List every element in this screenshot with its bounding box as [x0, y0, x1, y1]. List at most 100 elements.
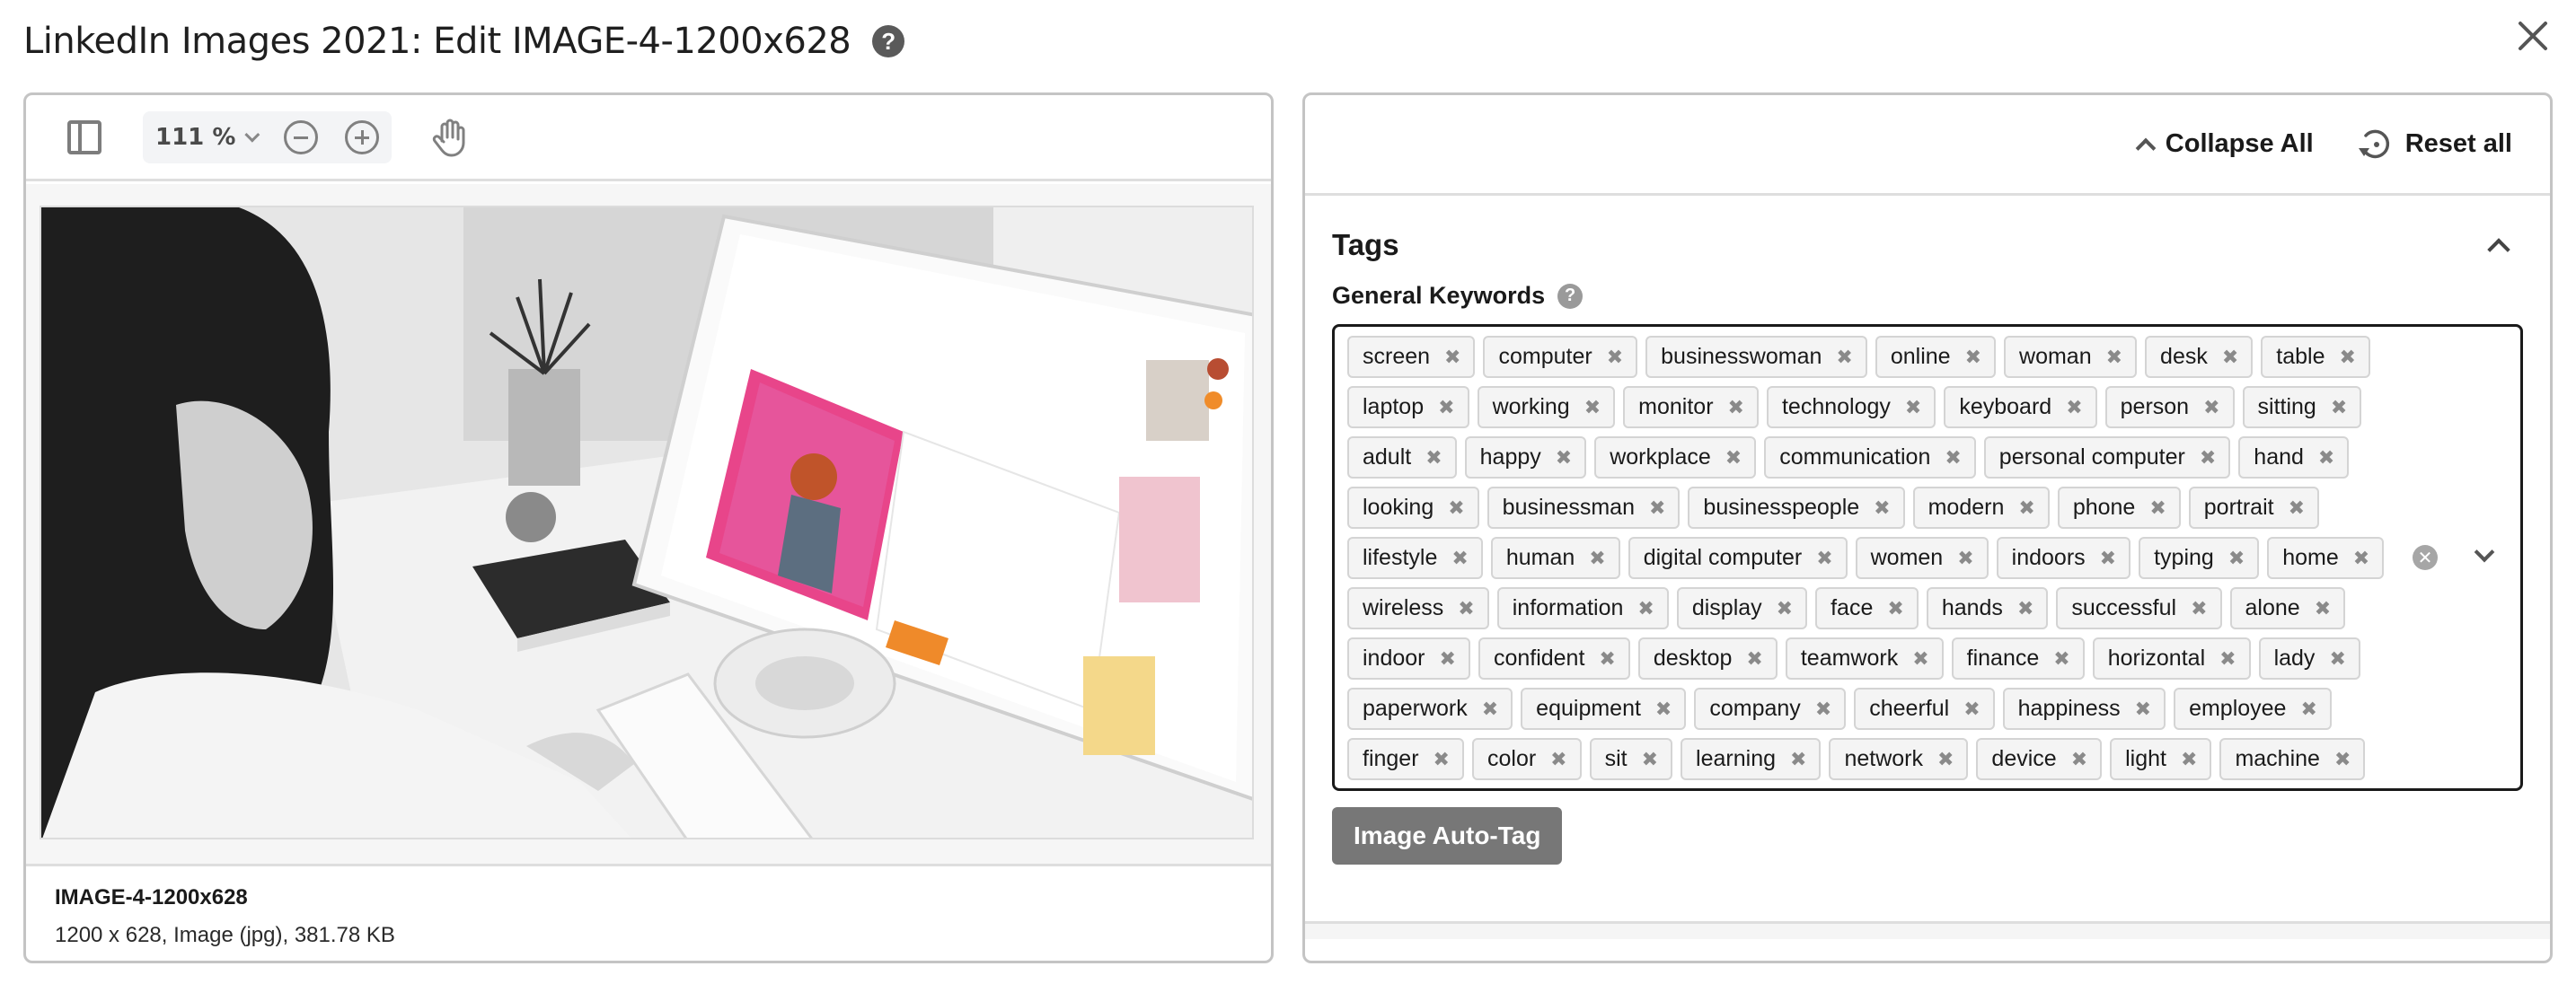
remove-tag-icon[interactable]: ✖: [2066, 396, 2082, 419]
remove-tag-icon[interactable]: ✖: [2340, 346, 2356, 369]
hand-icon[interactable]: [431, 118, 467, 157]
remove-tag-icon[interactable]: ✖: [1556, 446, 1572, 470]
remove-tag-icon[interactable]: ✖: [1642, 748, 1658, 771]
remove-tag-icon[interactable]: ✖: [2203, 396, 2219, 419]
keyword-tag[interactable]: workplace ✖: [1594, 436, 1757, 479]
collapse-all-button[interactable]: Collapse All: [2135, 129, 2314, 159]
keyword-tag[interactable]: employee ✖: [2174, 688, 2332, 730]
chevron-up-icon[interactable]: [2487, 238, 2510, 261]
keyword-tag[interactable]: lifestyle ✖: [1347, 537, 1483, 579]
remove-tag-icon[interactable]: ✖: [2318, 446, 2334, 470]
keyword-tag[interactable]: looking ✖: [1347, 487, 1479, 529]
chevron-down-icon[interactable]: [244, 127, 260, 143]
keyword-tag[interactable]: human ✖: [1490, 537, 1620, 579]
keyword-tag[interactable]: indoors ✖: [1996, 537, 2131, 579]
keyword-tag[interactable]: woman ✖: [2004, 336, 2138, 378]
remove-tag-icon[interactable]: ✖: [2018, 496, 2034, 520]
keyword-tag[interactable]: finance ✖: [1951, 637, 2085, 680]
remove-tag-icon[interactable]: ✖: [2053, 647, 2069, 671]
reset-all-button[interactable]: Reset all: [2357, 127, 2512, 163]
keyword-tag[interactable]: technology ✖: [1766, 386, 1936, 428]
keyword-tag[interactable]: keyboard ✖: [1944, 386, 2097, 428]
keyword-tag[interactable]: digital computer ✖: [1628, 537, 1848, 579]
keyword-tag[interactable]: home ✖: [2267, 537, 2385, 579]
tags-section-header[interactable]: Tags: [1332, 196, 2523, 286]
keyword-tag[interactable]: table ✖: [2261, 336, 2370, 378]
close-dialog-button[interactable]: [2515, 18, 2551, 54]
keyword-tag[interactable]: display ✖: [1676, 587, 1808, 629]
remove-tag-icon[interactable]: ✖: [1458, 597, 1474, 620]
keyword-tag[interactable]: color ✖: [1471, 738, 1582, 780]
general-keywords-input[interactable]: screen ✖ computer ✖ businesswoman ✖ online ✖ wom…: [1332, 324, 2523, 791]
keyword-tag[interactable]: monitor ✖: [1623, 386, 1759, 428]
keyword-tag[interactable]: device ✖: [1976, 738, 2103, 780]
keyword-tag[interactable]: portrait ✖: [2188, 487, 2320, 529]
keyword-tag[interactable]: hand ✖: [2238, 436, 2350, 479]
keyword-tag[interactable]: communication ✖: [1764, 436, 1976, 479]
remove-tag-icon[interactable]: ✖: [1937, 748, 1954, 771]
remove-tag-icon[interactable]: ✖: [1963, 698, 1980, 721]
remove-tag-icon[interactable]: ✖: [1599, 647, 1615, 671]
remove-tag-icon[interactable]: ✖: [2228, 547, 2245, 570]
keyword-tag[interactable]: businesswoman ✖: [1645, 336, 1867, 378]
sidebar-panel-icon[interactable]: [67, 119, 101, 154]
keyword-tag[interactable]: successful ✖: [2056, 587, 2222, 629]
remove-tag-icon[interactable]: ✖: [1945, 446, 1961, 470]
remove-tag-icon[interactable]: ✖: [1887, 597, 1903, 620]
remove-tag-icon[interactable]: ✖: [1746, 647, 1762, 671]
remove-tag-icon[interactable]: ✖: [1905, 396, 1921, 419]
keyword-tag[interactable]: online ✖: [1875, 336, 1997, 378]
remove-tag-icon[interactable]: ✖: [1550, 748, 1566, 771]
remove-tag-icon[interactable]: ✖: [1448, 496, 1464, 520]
keyword-tag[interactable]: screen ✖: [1347, 336, 1476, 378]
keyword-tag[interactable]: machine ✖: [2219, 738, 2366, 780]
keyword-tag[interactable]: desktop ✖: [1637, 637, 1778, 680]
remove-tag-icon[interactable]: ✖: [1655, 698, 1672, 721]
keyword-tag[interactable]: computer ✖: [1483, 336, 1638, 378]
remove-tag-icon[interactable]: ✖: [1777, 597, 1793, 620]
remove-tag-icon[interactable]: ✖: [2181, 748, 2197, 771]
remove-tag-icon[interactable]: ✖: [1589, 547, 1605, 570]
remove-tag-icon[interactable]: ✖: [2315, 597, 2331, 620]
keyword-tag[interactable]: typing ✖: [2139, 537, 2260, 579]
keyword-tag[interactable]: lady ✖: [2258, 637, 2360, 680]
remove-tag-icon[interactable]: ✖: [1434, 748, 1450, 771]
keyword-tag[interactable]: personal computer ✖: [1983, 436, 2231, 479]
help-icon[interactable]: ?: [1557, 283, 1584, 309]
zoom-in-icon[interactable]: [345, 119, 380, 154]
keyword-tag[interactable]: information ✖: [1496, 587, 1669, 629]
keyword-tag[interactable]: horizontal ✖: [2092, 637, 2251, 680]
remove-tag-icon[interactable]: ✖: [2219, 647, 2236, 671]
remove-tag-icon[interactable]: ✖: [2191, 597, 2207, 620]
image-auto-tag-button[interactable]: Image Auto-Tag: [1332, 807, 1563, 865]
remove-tag-icon[interactable]: ✖: [2300, 698, 2316, 721]
remove-tag-icon[interactable]: ✖: [1836, 346, 1852, 369]
keyword-tag[interactable]: modern ✖: [1912, 487, 2050, 529]
remove-tag-icon[interactable]: ✖: [1440, 647, 1456, 671]
remove-tag-icon[interactable]: ✖: [2289, 496, 2305, 520]
remove-tag-icon[interactable]: ✖: [2331, 396, 2347, 419]
keyword-tag[interactable]: sitting ✖: [2242, 386, 2362, 428]
keyword-tag[interactable]: company ✖: [1694, 688, 1847, 730]
clear-all-icon[interactable]: ✕: [2413, 545, 2438, 570]
keyword-tag[interactable]: sit ✖: [1589, 738, 1673, 780]
remove-tag-icon[interactable]: ✖: [1790, 748, 1806, 771]
remove-tag-icon[interactable]: ✖: [2017, 597, 2033, 620]
help-icon[interactable]: ?: [872, 25, 905, 57]
remove-tag-icon[interactable]: ✖: [2329, 647, 2345, 671]
remove-tag-icon[interactable]: ✖: [1815, 698, 1831, 721]
remove-tag-icon[interactable]: ✖: [2200, 446, 2216, 470]
remove-tag-icon[interactable]: ✖: [2149, 496, 2166, 520]
remove-tag-icon[interactable]: ✖: [1649, 496, 1665, 520]
keyword-tag[interactable]: happiness ✖: [2002, 688, 2166, 730]
keyword-tag[interactable]: desk ✖: [2145, 336, 2254, 378]
keyword-tag[interactable]: happy ✖: [1464, 436, 1587, 479]
remove-tag-icon[interactable]: ✖: [1425, 446, 1442, 470]
keyword-tag[interactable]: equipment ✖: [1521, 688, 1687, 730]
remove-tag-icon[interactable]: ✖: [1482, 698, 1498, 721]
remove-tag-icon[interactable]: ✖: [2100, 547, 2116, 570]
remove-tag-icon[interactable]: ✖: [1637, 597, 1654, 620]
keyword-tag[interactable]: light ✖: [2110, 738, 2212, 780]
chevron-down-icon[interactable]: [2474, 541, 2495, 563]
keyword-tag[interactable]: businessman ✖: [1486, 487, 1681, 529]
